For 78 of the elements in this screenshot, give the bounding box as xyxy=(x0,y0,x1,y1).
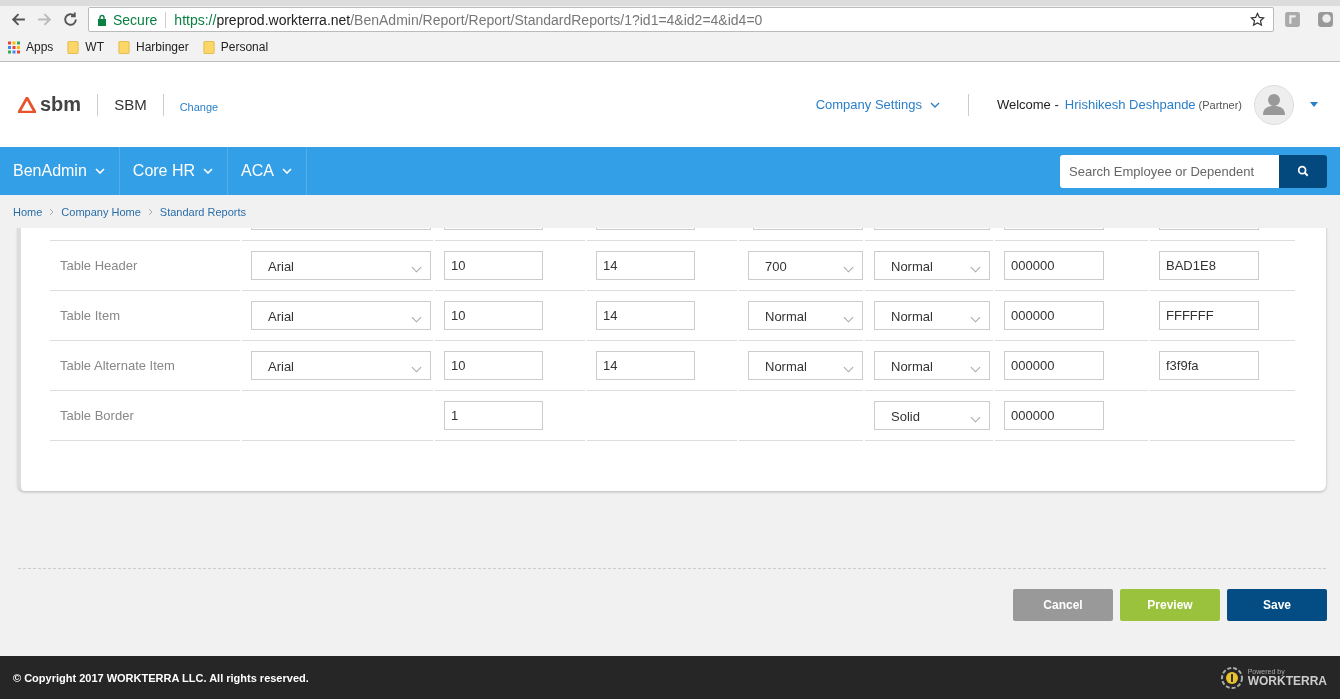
chevron-down-icon xyxy=(970,266,981,273)
search-icon xyxy=(1297,165,1309,177)
chevron-down-icon xyxy=(203,168,214,174)
input-field[interactable]: BAD1E8 xyxy=(1159,251,1259,280)
input-field[interactable]: 000000 xyxy=(1004,251,1104,280)
copyright-text: © Copyright 2017 WORKTERRA LLC. All rights reserved. xyxy=(13,671,309,684)
security-label: Secure xyxy=(113,11,167,28)
chevron-down-icon xyxy=(843,266,854,273)
breadcrumb-link[interactable]: Home xyxy=(13,205,43,218)
chevron-right-icon xyxy=(147,207,153,216)
input-field[interactable]: 10 xyxy=(444,251,543,280)
lock-icon xyxy=(97,13,107,26)
star-icon[interactable] xyxy=(1250,12,1265,27)
select-field[interactable]: Normal xyxy=(874,351,990,380)
input-field[interactable]: 14 xyxy=(596,301,695,330)
select-field[interactable]: Normal xyxy=(874,251,990,280)
chevron-down-icon xyxy=(843,366,854,373)
breadcrumb-link[interactable]: Standard Reports xyxy=(159,205,247,218)
folder-icon xyxy=(67,40,80,54)
bookmark[interactable]: WT xyxy=(67,40,104,54)
apps-grid-icon xyxy=(8,40,20,54)
row-label: Table Item xyxy=(60,308,120,323)
breadcrumb-link[interactable]: Company Home xyxy=(61,205,141,218)
row-label: Table Alternate Item xyxy=(60,358,175,373)
input-field[interactable]: 10 xyxy=(444,351,543,380)
chevron-down-icon xyxy=(970,416,981,423)
folder-icon xyxy=(118,40,130,54)
input-field[interactable]: 14 xyxy=(596,251,695,280)
input-field[interactable]: 1 xyxy=(444,401,543,430)
chevron-down-icon xyxy=(411,366,422,373)
bookmark[interactable]: Apps xyxy=(8,40,54,54)
change-link[interactable]: Change xyxy=(179,100,219,113)
input-field[interactable]: f3f9fa xyxy=(1159,351,1259,380)
bookmark[interactable]: Personal xyxy=(202,40,269,54)
input-field[interactable]: 000000 xyxy=(1004,301,1104,330)
user-name-link[interactable]: Hrishikesh Deshpande xyxy=(1064,97,1196,112)
avatar-icon[interactable] xyxy=(1254,84,1294,125)
chevron-down-icon xyxy=(843,316,854,323)
select-field[interactable]: Arial xyxy=(251,351,431,380)
company-name: SBM xyxy=(114,96,147,113)
user-role: (Partner) xyxy=(1198,98,1242,111)
select-field[interactable]: Solid xyxy=(874,401,990,430)
caret-icon[interactable] xyxy=(1310,102,1318,107)
input-field[interactable]: FFFFFF xyxy=(1159,301,1259,330)
row-label: Table Header xyxy=(60,258,138,273)
sbm-logo: sbm xyxy=(18,93,82,116)
workterra-logo-icon xyxy=(1219,665,1244,690)
bookmark[interactable]: Harbinger xyxy=(118,40,189,54)
input-field[interactable]: 14 xyxy=(596,351,695,380)
chevron-down-icon xyxy=(411,316,422,323)
reload-icon[interactable] xyxy=(62,11,79,28)
chevron-down-icon xyxy=(929,101,940,108)
address-bar[interactable]: Secure https://preprod.workterra.net/BenAdmin/Report/Report/StandardReports/1?id1=4&id2=4&id4=0 xyxy=(88,7,1274,32)
select-field[interactable]: Normal xyxy=(874,301,990,330)
chevron-down-icon xyxy=(94,168,105,174)
welcome-label: Welcome - xyxy=(996,97,1059,112)
chevron-down-icon xyxy=(281,168,292,174)
search-field[interactable]: Search Employee or Dependent xyxy=(1060,154,1279,188)
input-field[interactable]: 000000 xyxy=(1004,351,1104,380)
search-button[interactable] xyxy=(1279,154,1327,188)
back-icon[interactable] xyxy=(10,11,27,28)
select-field[interactable]: Normal xyxy=(748,351,863,380)
chevron-down-icon xyxy=(411,266,422,273)
chevron-down-icon xyxy=(970,316,981,323)
chevron-right-icon xyxy=(49,207,55,216)
select-field[interactable]: Arial xyxy=(251,301,431,330)
save-button[interactable]: Save xyxy=(1227,589,1327,621)
folder-icon xyxy=(202,40,215,54)
url-text: https://preprod.workterra.net/BenAdmin/Report/Report/StandardReports/1?id1=4&id2=4&id4=0 xyxy=(174,11,764,28)
select-field[interactable]: Arial xyxy=(251,251,431,280)
select-field[interactable]: Normal xyxy=(748,301,863,330)
extension-icon[interactable] xyxy=(1317,11,1334,28)
input-field[interactable]: 10 xyxy=(444,301,543,330)
chevron-down-icon xyxy=(970,366,981,373)
select-field[interactable]: 700 xyxy=(748,251,863,280)
company-settings-menu[interactable]: Company Settings xyxy=(815,97,940,112)
row-label: Table Border xyxy=(60,408,134,423)
input-field[interactable]: 000000 xyxy=(1004,401,1104,430)
